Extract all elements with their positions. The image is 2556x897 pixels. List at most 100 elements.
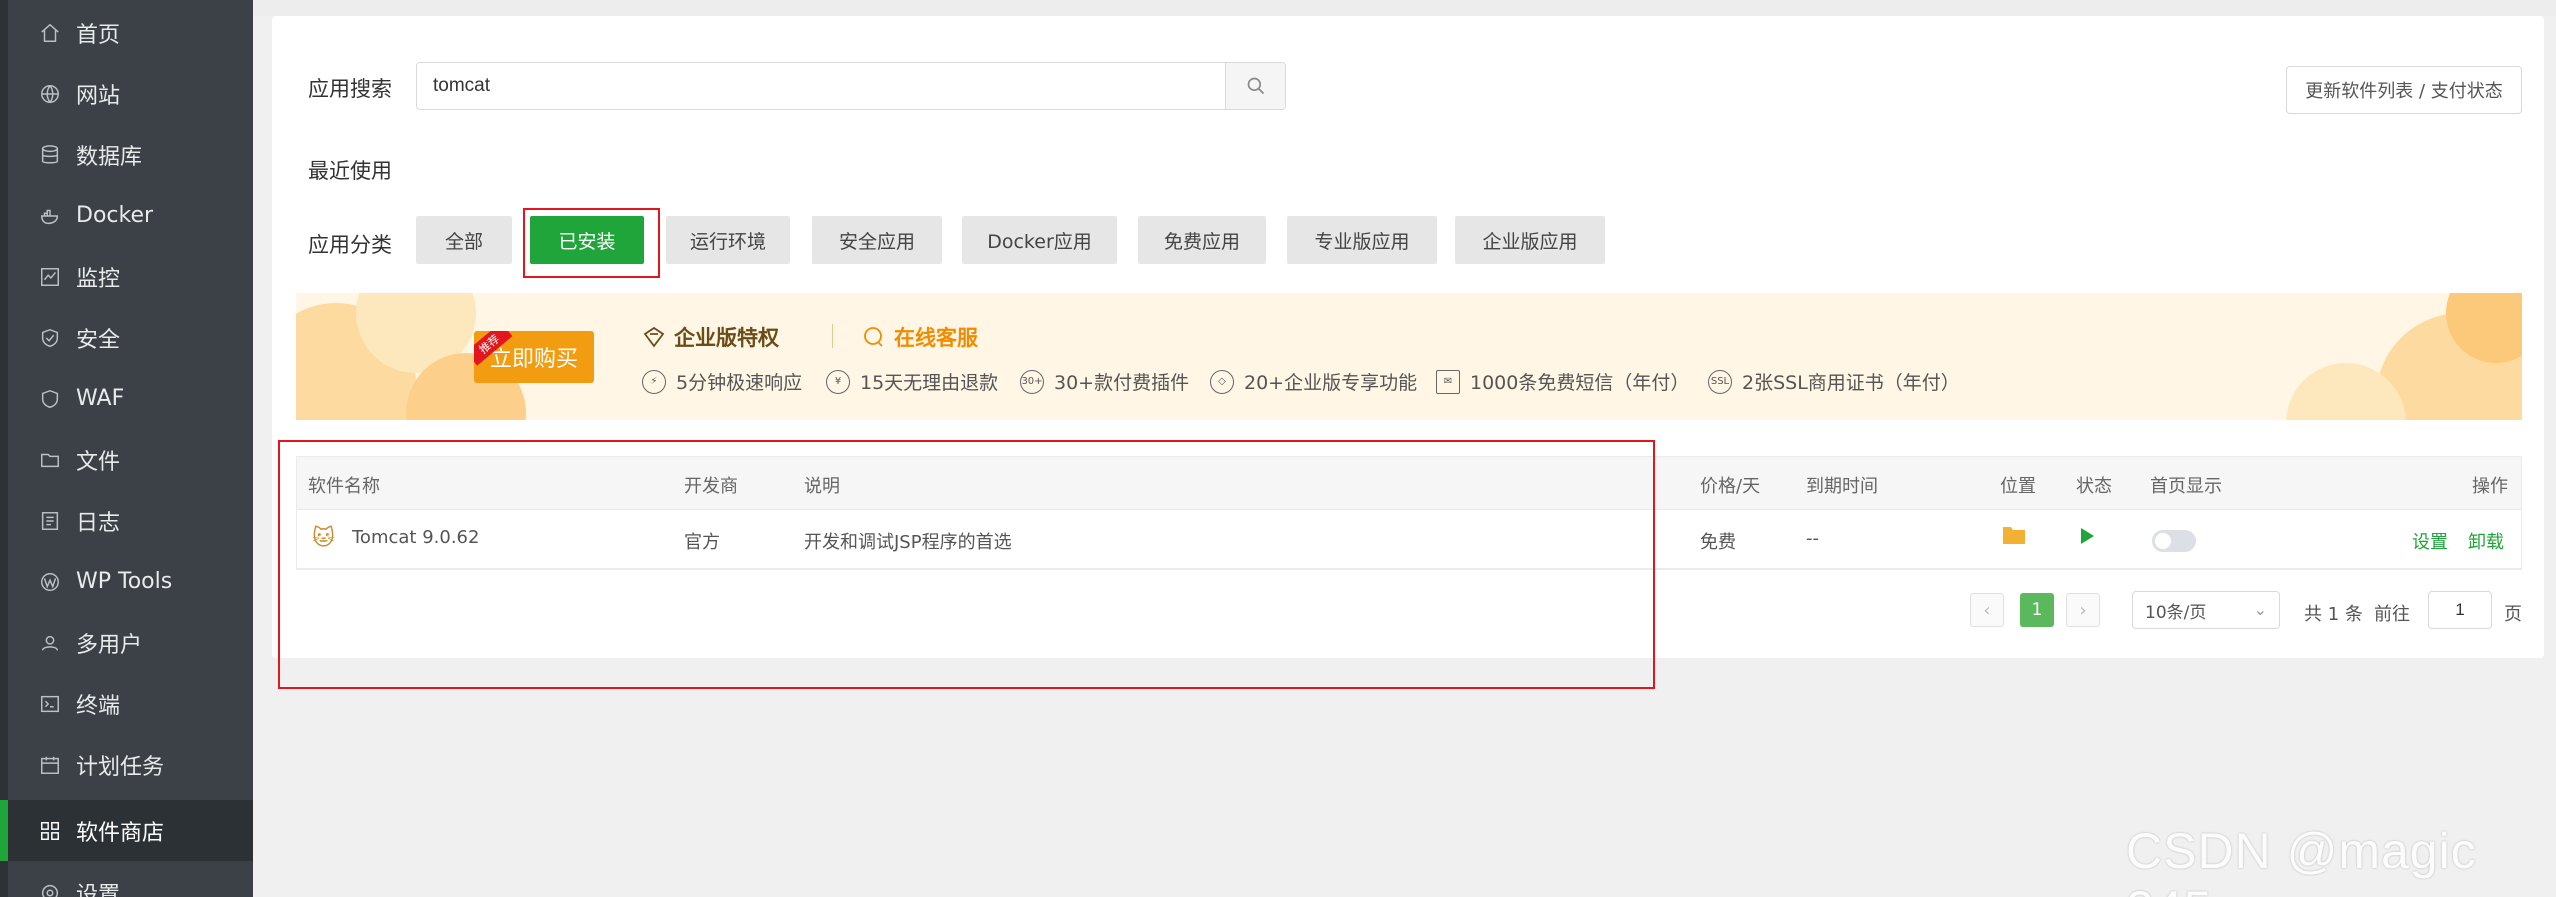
sidebar-item-docker[interactable]: Docker: [8, 185, 253, 246]
row-developer: 官方: [684, 532, 720, 553]
terminal-icon: [38, 692, 62, 716]
perk-text: 5分钟极速响应: [676, 372, 803, 394]
diamond-icon: [643, 326, 665, 348]
sidebar-edge: [0, 0, 8, 897]
category-all[interactable]: 全部: [416, 216, 512, 264]
perk-text: 2张SSL商用证书（年付）: [1742, 372, 1960, 394]
header-price: 价格/天: [1700, 476, 1761, 497]
goto-label: 前往: [2374, 604, 2410, 625]
recent-label: 最近使用: [308, 159, 392, 183]
chevron-down-icon: ⌄: [2253, 600, 2267, 619]
perk-refund: ¥15天无理由退款: [826, 368, 998, 395]
sidebar-item-terminal[interactable]: 终端: [8, 673, 253, 734]
refund-icon: ¥: [826, 369, 850, 394]
globe-icon: [38, 82, 62, 106]
sidebar-item-label: 设置: [76, 882, 121, 897]
tomcat-icon: 🐱: [312, 526, 335, 551]
uninstall-link[interactable]: 卸载: [2468, 528, 2504, 554]
goto-page-input[interactable]: [2428, 591, 2492, 629]
online-service-link[interactable]: 在线客服: [862, 322, 978, 352]
sidebar-item-label: 监控: [76, 266, 121, 292]
sidebar-item-website[interactable]: 网站: [8, 63, 253, 124]
lightning-icon: ⚡: [642, 369, 666, 394]
sidebar-item-waf[interactable]: WAF: [8, 368, 253, 429]
sidebar-item-multiuser[interactable]: 多用户: [8, 612, 253, 673]
prev-page-button[interactable]: ‹: [1970, 593, 2004, 627]
log-icon: [38, 509, 62, 533]
page-size-value: 10条/页: [2145, 602, 2207, 623]
wordpress-icon: [38, 570, 62, 594]
mail-icon: ✉: [1436, 369, 1460, 394]
settings-link[interactable]: 设置: [2412, 528, 2448, 554]
category-installed[interactable]: 已安装: [530, 216, 644, 264]
category-docker[interactable]: Docker应用: [962, 216, 1117, 264]
row-expire: --: [1806, 528, 1819, 549]
header-expire: 到期时间: [1806, 476, 1878, 497]
banner-divider: [832, 324, 833, 348]
sidebar-item-label: 文件: [76, 449, 121, 475]
search-button[interactable]: [1225, 63, 1285, 109]
sidebar-item-monitor[interactable]: 监控: [8, 246, 253, 307]
refresh-list-button[interactable]: 更新软件列表 / 支付状态: [2286, 66, 2522, 114]
buy-now-button[interactable]: 推荐 立即购买: [474, 331, 594, 383]
total-count: 共 1 条: [2304, 604, 2363, 625]
grid-icon: [38, 819, 62, 843]
table-header: 软件名称 开发商 说明 价格/天 到期时间 位置 状态 首页显示 操作: [296, 456, 2522, 510]
row-desc: 开发和调试JSP程序的首选: [804, 532, 1012, 553]
page-number-1[interactable]: 1: [2020, 593, 2054, 627]
sidebar-item-label: Docker: [76, 203, 154, 228]
sidebar-item-settings[interactable]: 设置: [8, 862, 253, 897]
play-icon[interactable]: [2078, 526, 2096, 551]
table-row: 🐱 Tomcat 9.0.62 官方 开发和调试JSP程序的首选 免费 -- 设…: [296, 510, 2522, 569]
header-homepage: 首页显示: [2150, 476, 2222, 497]
category-pro[interactable]: 专业版应用: [1287, 216, 1437, 264]
perk-text: 30+款付费插件: [1054, 372, 1190, 394]
category-free[interactable]: 免费应用: [1138, 216, 1266, 264]
plugin-icon: 30+: [1020, 369, 1044, 394]
folder-icon[interactable]: [2002, 524, 2026, 551]
sidebar: 首页 网站 数据库 Docker 监控 安全 WAF 文件 日志 WP Tool…: [0, 0, 253, 897]
sidebar-item-label: 计划任务: [76, 754, 165, 780]
sidebar-item-wp-tools[interactable]: WP Tools: [8, 551, 253, 612]
search-box: [416, 62, 1286, 110]
perk-text: 15天无理由退款: [860, 372, 999, 394]
chat-icon: [864, 327, 883, 347]
sidebar-item-app-store[interactable]: 软件商店: [0, 800, 253, 861]
sidebar-item-label: 日志: [76, 510, 121, 536]
sidebar-item-label: 数据库: [76, 144, 143, 170]
home-icon: [38, 21, 62, 45]
next-page-button[interactable]: ›: [2066, 593, 2100, 627]
page-suffix: 页: [2504, 604, 2522, 625]
monitor-icon: [38, 265, 62, 289]
perk-plugins: 30+ 30+款付费插件: [1020, 368, 1189, 395]
watermark: CSDN @magic 245: [2126, 823, 2477, 897]
sidebar-item-label: 首页: [76, 22, 121, 48]
sidebar-item-security[interactable]: 安全: [8, 307, 253, 368]
header-developer: 开发商: [684, 476, 738, 497]
sidebar-item-home[interactable]: 首页: [8, 2, 253, 63]
sidebar-item-label: 终端: [76, 693, 121, 719]
perk-response: ⚡ 5分钟极速响应: [642, 368, 802, 395]
category-label: 应用分类: [308, 233, 392, 257]
enterprise-title: 企业版特权: [642, 322, 779, 352]
ssl-icon: SSL: [1708, 369, 1732, 394]
homepage-toggle[interactable]: [2152, 530, 2196, 552]
perk-ssl: SSL 2张SSL商用证书（年付）: [1708, 368, 1960, 395]
category-runtime[interactable]: 运行环境: [666, 216, 790, 264]
header-status: 状态: [2076, 476, 2112, 497]
sidebar-item-files[interactable]: 文件: [8, 429, 253, 490]
sidebar-item-cron[interactable]: 计划任务: [8, 734, 253, 795]
row-name: Tomcat 9.0.62: [352, 527, 480, 548]
search-input[interactable]: [417, 63, 1225, 109]
page-size-select[interactable]: 10条/页 ⌄: [2132, 591, 2280, 629]
users-icon: [38, 631, 62, 655]
sidebar-item-label: WP Tools: [76, 569, 173, 594]
sidebar-item-database[interactable]: 数据库: [8, 124, 253, 185]
sidebar-item-label: 多用户: [76, 632, 143, 658]
category-security[interactable]: 安全应用: [812, 216, 942, 264]
category-enterprise[interactable]: 企业版应用: [1455, 216, 1605, 264]
gear-icon: [38, 881, 62, 897]
sidebar-item-logs[interactable]: 日志: [8, 490, 253, 551]
header-location: 位置: [2000, 476, 2036, 497]
sidebar-item-label: 软件商店: [76, 820, 165, 846]
